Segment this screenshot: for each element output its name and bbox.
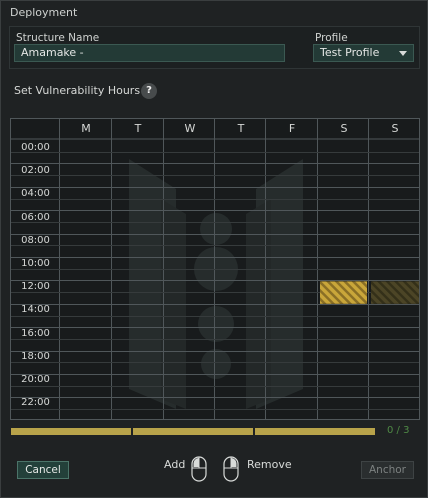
progress-segment xyxy=(255,428,375,435)
profile-label: Profile xyxy=(315,32,348,44)
deployment-window: Deployment Structure Name Amamake - Prof… xyxy=(0,0,428,498)
structure-name-label: Structure Name xyxy=(16,32,100,44)
hour-label: 04:00 xyxy=(21,188,50,199)
selected-cells-layer[interactable] xyxy=(11,119,420,420)
mouse-left-click-icon xyxy=(191,456,207,482)
window-title: Deployment xyxy=(10,6,78,19)
hour-label: 06:00 xyxy=(21,212,50,223)
help-icon[interactable]: ? xyxy=(141,83,157,99)
anchor-button[interactable]: Anchor xyxy=(361,461,414,479)
hour-label: 12:00 xyxy=(21,281,50,292)
selection-count: 0 / 3 xyxy=(387,425,410,436)
mouse-right-click-icon xyxy=(223,456,239,482)
selected-hour-cell[interactable] xyxy=(320,281,367,304)
hour-label: 14:00 xyxy=(21,304,50,315)
hour-label: 08:00 xyxy=(21,235,50,246)
day-header-mon: M xyxy=(81,122,91,135)
chevron-down-icon xyxy=(399,51,407,56)
day-header-sun: S xyxy=(391,122,399,135)
vulnerability-grid: M T W T F S S 00:00 02:00 04:00 06:00 08… xyxy=(10,118,420,420)
day-header-fri: F xyxy=(288,122,296,135)
hour-label: 22:00 xyxy=(21,397,50,408)
hour-label: 00:00 xyxy=(21,142,50,153)
structure-name-input[interactable]: Amamake - xyxy=(14,44,285,62)
hour-label: 20:00 xyxy=(21,374,50,385)
day-header-wed: W xyxy=(184,122,196,135)
day-header-sat: S xyxy=(340,122,348,135)
title-bar[interactable]: Deployment xyxy=(1,1,427,23)
hour-label: 10:00 xyxy=(21,258,50,269)
vulnerability-hours-label: Set Vulnerability Hours xyxy=(14,84,141,97)
day-header-thu: T xyxy=(237,122,245,135)
profile-dropdown[interactable]: Test Profile xyxy=(313,44,414,62)
progress-segment xyxy=(133,428,253,435)
add-hint-label: Add xyxy=(164,458,186,471)
day-header-tue: T xyxy=(134,122,142,135)
hour-label: 02:00 xyxy=(21,165,50,176)
cancel-button[interactable]: Cancel xyxy=(17,461,69,479)
profile-selected-value: Test Profile xyxy=(320,46,380,59)
hour-label: 16:00 xyxy=(21,328,50,339)
hour-label: 18:00 xyxy=(21,351,50,362)
progress-segment xyxy=(11,428,131,435)
remove-hint-label: Remove xyxy=(247,458,292,471)
selected-hour-cell[interactable] xyxy=(371,281,419,304)
